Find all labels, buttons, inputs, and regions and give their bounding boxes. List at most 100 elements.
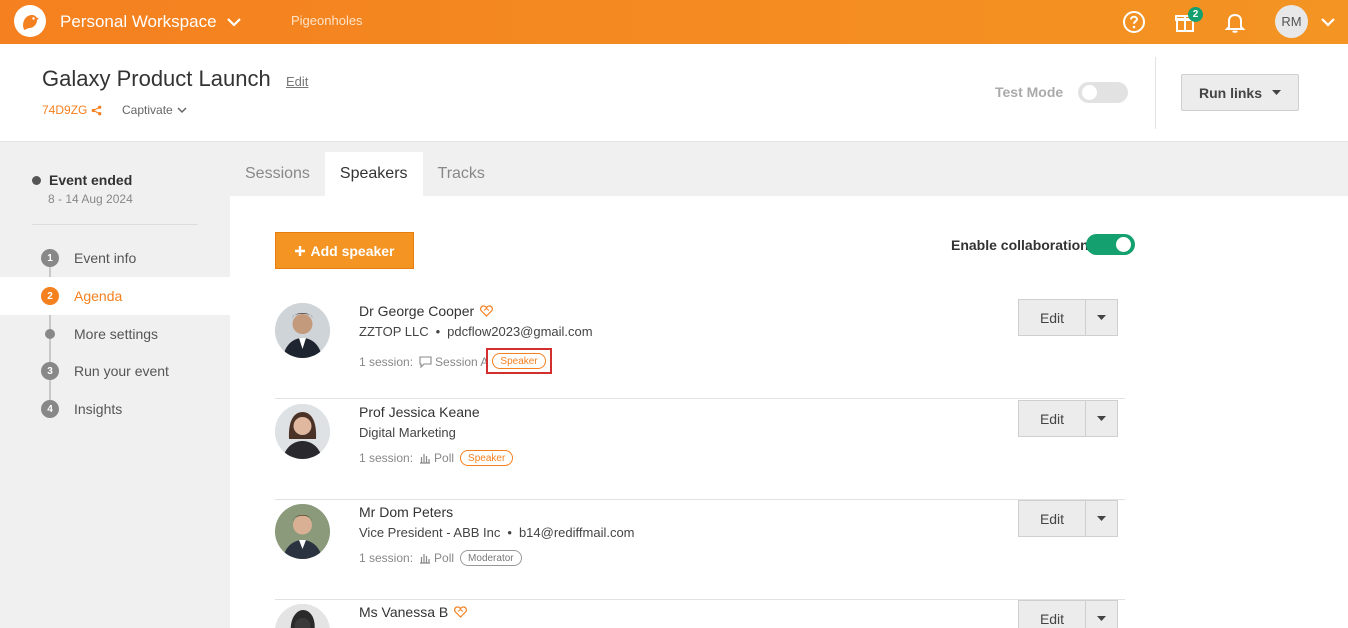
event-code[interactable]: 74D9ZG (42, 103, 102, 117)
gift-icon[interactable]: 2 (1171, 7, 1203, 36)
agenda-tabs: Sessions Speakers Tracks (230, 152, 500, 196)
speaker-email: pdcflow2023@gmail.com (447, 324, 593, 339)
separator: • (507, 525, 512, 540)
speaker-name-text: Prof Jessica Keane (359, 404, 480, 420)
tab-tracks[interactable]: Tracks (423, 152, 500, 196)
session-link[interactable]: Session A (419, 355, 488, 369)
event-code-text: 74D9ZG (42, 103, 88, 117)
sidebar-item-label: Run your event (74, 363, 169, 379)
speaker-name-text: Ms Vanessa B (359, 604, 449, 620)
sidebar-item-more-settings[interactable]: More settings (0, 315, 230, 353)
role-badge: Speaker (492, 353, 546, 369)
sessions-count: 1 session: (359, 451, 414, 465)
role-badge: Moderator (460, 550, 522, 566)
step-dot-icon (45, 329, 55, 339)
list-item: Mr Dom Peters Vice President - ABB Inc • b… (275, 500, 1125, 600)
session-name: Poll (434, 551, 455, 565)
top-bar: Personal Workspace Pigeonholes 2 RM (0, 0, 1348, 44)
sidebar-item-label: Agenda (74, 288, 123, 304)
event-status-text: Event ended (49, 172, 133, 188)
sidebar-item-run-your-event[interactable]: 3 Run your event (0, 352, 230, 390)
edit-speaker-button[interactable]: Edit (1018, 299, 1085, 336)
list-item: Prof Jessica Keane Digital Marketing 1 s… (275, 400, 1125, 500)
edit-split-button: Edit (1018, 400, 1118, 437)
sidebar-item-event-info[interactable]: 1 Event info (0, 239, 230, 277)
event-header: Galaxy Product Launch Edit 74D9ZG Captiv… (0, 44, 1348, 142)
list-item: Ms Vanessa B Edit (275, 600, 1125, 628)
chevron-down-icon[interactable] (1314, 8, 1342, 36)
collaboration-toggle[interactable] (1086, 234, 1135, 255)
speaker-sessions: 1 session: Session A Speaker (359, 348, 552, 374)
speakers-panel: Add speaker Enable collaboration Dr Geor… (230, 196, 1348, 628)
sessions-count: 1 session: (359, 354, 414, 369)
test-mode-toggle[interactable] (1078, 82, 1128, 103)
speaker-photo (275, 604, 330, 628)
divider (1155, 57, 1156, 129)
speaker-org: Digital Marketing (359, 425, 456, 440)
sidebar-item-label: Event info (74, 250, 137, 266)
chevron-down-icon (226, 18, 241, 27)
workspace-switcher[interactable]: Personal Workspace (60, 0, 241, 44)
speaker-org: ZZTOP LLC (359, 324, 429, 339)
help-icon[interactable] (1120, 8, 1148, 36)
speaker-name[interactable]: Prof Jessica Keane (359, 404, 480, 420)
speaker-details: Digital Marketing (359, 425, 456, 440)
more-options-button[interactable] (1085, 600, 1118, 628)
event-status: Event ended (32, 172, 132, 188)
tab-sessions[interactable]: Sessions (230, 152, 325, 196)
collaborator-heart-icon (480, 305, 494, 317)
sidebar: Event ended 8 - 14 Aug 2024 1 Event info… (0, 142, 230, 628)
caret-down-icon (1097, 315, 1106, 320)
speaker-photo (275, 303, 330, 358)
speaker-details: Vice President - ABB Inc • b14@rediffmail.… (359, 525, 635, 540)
sidebar-item-insights[interactable]: 4 Insights (0, 390, 230, 428)
test-mode-label: Test Mode (995, 84, 1064, 100)
tab-speakers[interactable]: Speakers (324, 152, 423, 196)
speaker-name[interactable]: Mr Dom Peters (359, 504, 453, 520)
step-number: 3 (41, 362, 59, 380)
pigeonhole-logo-icon[interactable] (14, 5, 46, 37)
speaker-name[interactable]: Dr George Cooper (359, 303, 494, 319)
speaker-sessions: 1 session: Poll Speaker (359, 450, 514, 466)
edit-speaker-button[interactable]: Edit (1018, 500, 1085, 537)
edit-event-link[interactable]: Edit (286, 74, 308, 89)
more-options-button[interactable] (1085, 299, 1118, 336)
edit-speaker-button[interactable]: Edit (1018, 600, 1085, 628)
speaker-name-text: Dr George Cooper (359, 303, 475, 319)
nav-link-pigeonholes[interactable]: Pigeonholes (291, 0, 363, 40)
separator: • (435, 324, 441, 339)
edit-split-button: Edit (1018, 500, 1118, 537)
speaker-photo (275, 504, 330, 559)
step-number: 4 (41, 400, 59, 418)
sidebar-item-agenda[interactable]: 2 Agenda (0, 277, 230, 315)
speaker-name[interactable]: Ms Vanessa B (359, 604, 468, 620)
sidebar-item-label: More settings (74, 326, 159, 342)
speaker-email: b14@rediffmail.com (518, 525, 635, 540)
edit-split-button: Edit (1018, 600, 1118, 628)
sidebar-item-label: Insights (74, 401, 123, 417)
speaker-photo (275, 404, 330, 459)
step-number: 1 (41, 249, 59, 267)
session-link[interactable]: Poll (419, 551, 454, 565)
event-dates: 8 - 14 Aug 2024 (48, 192, 133, 206)
sessions-count: 1 session: (359, 551, 414, 565)
edit-split-button: Edit (1018, 299, 1118, 336)
divider (32, 224, 198, 225)
highlight-box: Speaker (486, 348, 552, 374)
session-link[interactable]: Poll (419, 451, 454, 465)
more-options-button[interactable] (1085, 400, 1118, 437)
speaker-details: ZZTOP LLC • pdcflow2023@gmail.com (359, 324, 593, 339)
collaboration-label: Enable collaboration (951, 237, 1089, 253)
run-links-button[interactable]: Run links (1181, 74, 1299, 111)
speaker-org: Vice President - ABB Inc (359, 525, 501, 540)
role-badge: Speaker (460, 450, 514, 466)
list-item: Dr George Cooper ZZTOP LLC • pdcflow2023@g… (275, 299, 1125, 399)
more-options-button[interactable] (1085, 500, 1118, 537)
chevron-down-icon (177, 106, 187, 113)
chat-session-icon (419, 355, 432, 368)
bell-icon[interactable] (1221, 8, 1249, 36)
user-avatar[interactable]: RM (1275, 5, 1308, 38)
edit-speaker-button[interactable]: Edit (1018, 400, 1085, 437)
product-dropdown[interactable]: Captivate (122, 103, 187, 117)
add-speaker-button[interactable]: Add speaker (275, 232, 414, 269)
